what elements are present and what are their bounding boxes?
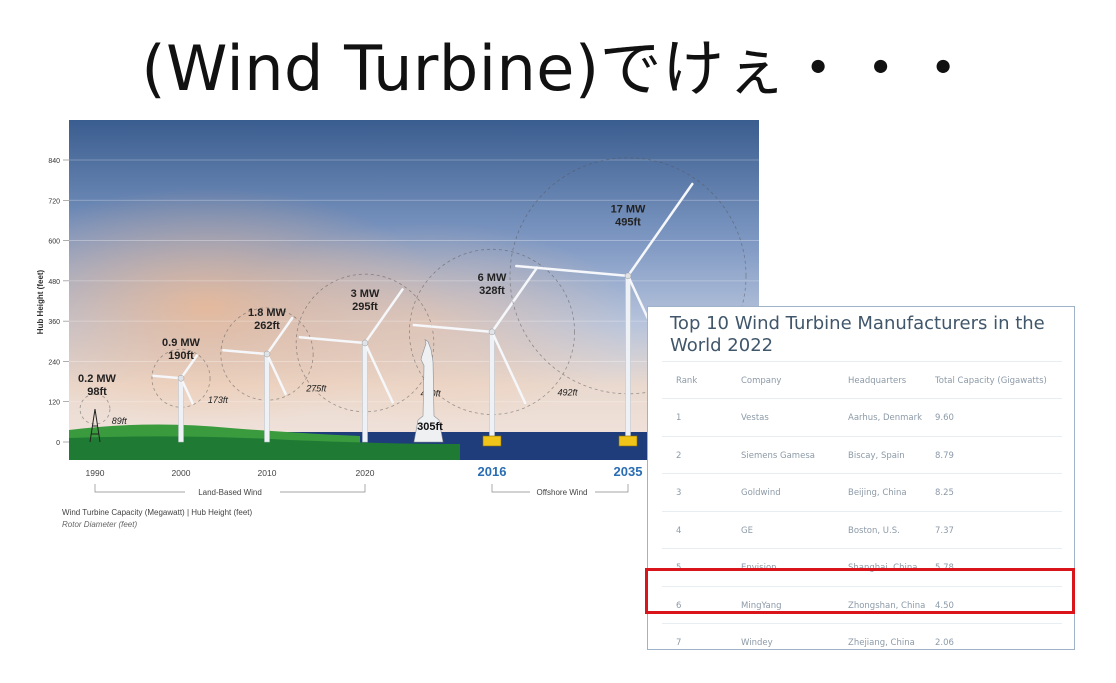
cell-company: GE [741,525,753,536]
highlight-box [645,568,1075,614]
cell-headquarters: Zhejiang, China [848,638,915,648]
legend-line-2: Rotor Diameter (feet) [62,520,137,529]
cell-capacity: 9.60 [935,413,954,423]
header-rank: Rank [676,376,698,386]
table-row: 2 Siemens Gamesa Biscay, Spain 8.79 [662,435,1062,474]
cell-company: Vestas [741,413,769,423]
header-capacity: Total Capacity (Gigawatts) [935,376,1047,386]
x-tick-label: 2010 [258,468,277,478]
cell-rank: 2 [676,450,682,461]
turbine-capacity-label: 6 MW [478,272,507,284]
cell-rank: 3 [676,488,682,498]
turbine-tower [178,377,184,443]
turbine-hub [177,374,185,382]
turbine-hub [263,350,271,358]
cell-capacity: 8.25 [935,488,954,498]
y-tick-label: 120 [48,400,60,407]
turbine-capacity-label: 3 MW [351,288,380,300]
turbine-tower [362,342,368,443]
cell-rank: 1 [676,413,682,423]
y-tick-label: 0 [56,440,60,447]
y-axis-label: Hub Height (feet) [36,269,45,334]
turbine-tower [625,275,631,439]
turbine-hub [361,339,369,347]
cell-headquarters: Biscay, Spain [848,450,905,461]
land-group-label: Land-Based Wind [198,488,262,497]
y-tick-label: 360 [48,319,60,326]
cell-headquarters: Boston, U.S. [848,525,900,536]
cell-company: Siemens Gamesa [741,450,815,461]
table-title-line-2: World 2022 [670,335,774,356]
rotor-diameter-label: 173ft [208,395,229,405]
offshore-group-label: Offshore Wind [537,488,588,497]
cell-rank: 7 [676,638,682,648]
header-company: Company [741,376,782,386]
turbine-hub [624,272,632,280]
cell-headquarters: Beijing, China [848,488,907,498]
y-tick-label: 720 [48,198,60,205]
turbine-capacity-label: 0.2 MW [78,373,117,385]
table-row: 1 Vestas Aarhus, Denmark 9.60 [662,398,1062,436]
turbine-hub-label: 328ft [479,285,505,297]
table-header-row: Rank Company Headquarters Total Capacity… [662,361,1062,399]
offshore-platform [618,435,638,447]
y-tick-label: 840 [48,158,60,165]
turbine-capacity-label: 1.8 MW [248,307,287,319]
turbine-capacity-label: 17 MW [611,204,646,216]
y-tick-label: 480 [48,279,60,286]
table-row: 4 GE Boston, U.S. 7.37 [662,510,1062,549]
turbine-capacity-label: 0.9 MW [162,337,201,349]
turbine-tower [264,353,270,443]
rotor-diameter-label: 492ft [557,387,578,397]
x-tick-label: 2000 [172,468,191,478]
rotor-diameter-label: 89ft [112,416,128,426]
offshore-platform [482,435,502,447]
turbine-hub-label: 495ft [615,217,641,229]
y-tick-label: 600 [48,239,60,246]
cell-headquarters: Aarhus, Denmark [848,413,923,423]
cell-capacity: 7.37 [935,525,954,536]
turbine-hub-label: 262ft [254,320,280,332]
turbine-hub-label: 98ft [87,386,107,398]
statue-height-label: 305ft [417,421,443,433]
slide-title: (Wind Turbine)でけぇ・・・ [141,32,975,105]
x-tick-label: 2020 [356,468,375,478]
turbine-hub-label: 190ft [168,350,194,362]
table-row: 7 Windey Zhejiang, China 2.06 [662,623,1062,661]
table-row: 3 Goldwind Beijing, China 8.25 [662,473,1062,511]
turbine-hub [488,328,496,336]
cell-capacity: 2.06 [935,638,954,648]
x-tick-label: 2035 [614,464,643,479]
x-tick-label: 2016 [478,464,507,479]
x-tick-label: 1990 [86,468,105,478]
table-title: Top 10 Wind Turbine Manufacturers in the… [670,313,1060,357]
legend-line-1: Wind Turbine Capacity (Megawatt) | Hub H… [62,508,252,517]
turbine-tower [489,331,495,439]
turbine-hub-label: 295ft [352,301,378,313]
table-title-line-1: Top 10 Wind Turbine Manufacturers in the [670,313,1045,334]
cell-company: Goldwind [741,488,781,498]
cell-capacity: 8.79 [935,450,954,461]
cell-rank: 4 [676,525,682,536]
y-tick-label: 240 [48,359,60,366]
cell-company: Windey [741,638,773,648]
header-headquarters: Headquarters [848,376,907,386]
